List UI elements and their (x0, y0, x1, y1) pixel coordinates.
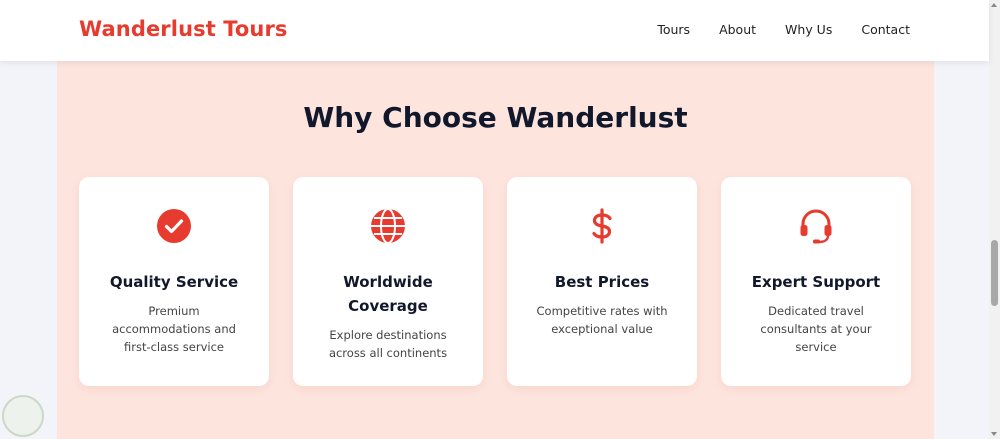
dollar-icon (592, 208, 612, 244)
scroll-thumb[interactable] (991, 240, 998, 306)
check-circle-icon (157, 209, 191, 243)
card-description: Explore destinations across all continen… (328, 328, 448, 360)
card-title: Best Prices (554, 273, 650, 291)
nav-link-why-us[interactable]: Why Us (785, 22, 832, 37)
feature-card-quality: Quality Service Premium accommodations a… (79, 177, 269, 386)
card-description: Premium accommodations and first-class s… (112, 304, 236, 354)
watermark-badge-icon (2, 395, 44, 437)
scroll-down-arrow-icon[interactable] (991, 432, 997, 436)
card-description: Dedicated travel consultants at your ser… (760, 304, 872, 354)
nav-link-contact[interactable]: Contact (861, 22, 910, 37)
page-scrollbar[interactable] (989, 0, 1000, 439)
card-title: Worldwide Coverage (343, 273, 433, 315)
card-description: Competitive rates with exceptional value (536, 304, 668, 336)
section-title: Why Choose Wanderlust (303, 101, 688, 134)
feature-card-prices: Best Prices Competitive rates with excep… (507, 177, 697, 386)
nav-link-tours[interactable]: Tours (657, 22, 690, 37)
nav-link-about[interactable]: About (719, 22, 756, 37)
card-title: Quality Service (109, 273, 239, 291)
site-logo[interactable]: Wanderlust Tours (79, 17, 288, 41)
headset-icon (800, 209, 832, 244)
scroll-up-arrow-icon[interactable] (991, 3, 997, 7)
card-title: Expert Support (751, 273, 881, 291)
feature-card-coverage: Worldwide Coverage Explore destinations … (293, 177, 483, 386)
main-nav: Tours About Why Us Contact (657, 22, 910, 37)
why-choose-section: Why Choose Wanderlust Quality Service Pr… (57, 61, 934, 439)
site-header: Wanderlust Tours Tours About Why Us Cont… (0, 0, 989, 61)
feature-card-support: Expert Support Dedicated travel consulta… (721, 177, 911, 386)
globe-icon (371, 208, 405, 244)
